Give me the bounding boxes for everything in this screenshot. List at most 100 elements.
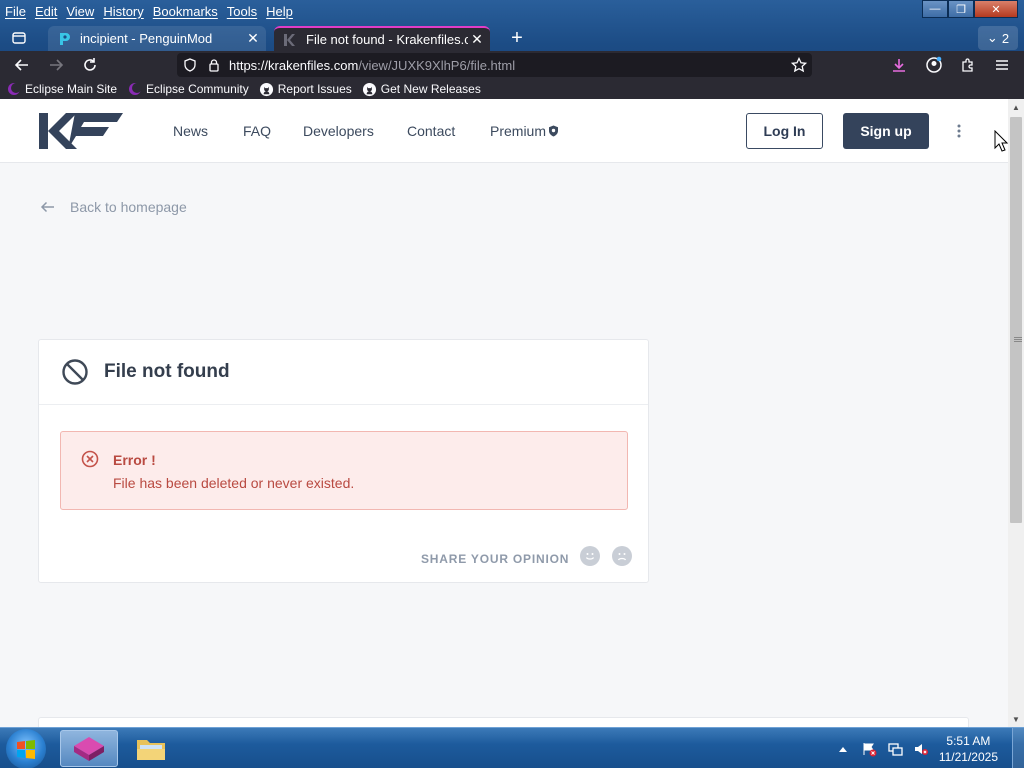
extensions-button[interactable]: [956, 53, 980, 77]
tab-krakenfiles[interactable]: File not found - Krakenfiles.com ✕: [274, 26, 490, 51]
bookmark-star-icon[interactable]: [788, 54, 810, 76]
forward-button[interactable]: [44, 53, 68, 77]
bookmark-report-issues[interactable]: Report Issues: [259, 81, 352, 97]
url-bar[interactable]: https://krakenfiles.com/view/JUXK9XlhP6/…: [177, 53, 812, 77]
chevron-down-icon: ⌄: [986, 30, 998, 45]
alert-title: Error !: [113, 452, 156, 468]
menu-bookmarks[interactable]: Bookmarks: [153, 4, 218, 19]
folder-icon: [137, 739, 165, 760]
ban-icon: [61, 358, 89, 386]
close-tab-icon[interactable]: ✕: [244, 30, 262, 47]
penguinmod-icon: [56, 31, 72, 47]
nav-premium[interactable]: Premium: [490, 123, 559, 139]
share-opinion-label: SHARE YOUR OPINION: [421, 552, 570, 566]
bookmark-eclipse-main[interactable]: Eclipse Main Site: [6, 81, 117, 97]
url-host: https://krakenfiles.com: [229, 57, 359, 73]
windows-logo-icon: [17, 740, 35, 759]
bookmark-label: Eclipse Main Site: [25, 82, 118, 96]
network-icon[interactable]: [887, 741, 903, 757]
window-controls: — ❐ ✕: [922, 0, 1018, 18]
bookmark-eclipse-community[interactable]: Eclipse Community: [127, 81, 249, 97]
firefox-view-icon: [12, 32, 26, 44]
scroll-down-icon[interactable]: ▼: [1008, 711, 1024, 727]
lock-icon[interactable]: [203, 54, 225, 76]
clock-time: 5:51 AM: [946, 733, 991, 748]
scroll-up-icon[interactable]: ▲: [1008, 99, 1024, 115]
account-button[interactable]: [922, 53, 946, 77]
close-tab-icon[interactable]: ✕: [468, 31, 486, 48]
nav-news[interactable]: News: [173, 123, 208, 139]
shield-icon[interactable]: [179, 54, 201, 76]
nav-premium-label: Premium: [490, 123, 547, 139]
minimize-button[interactable]: —: [922, 0, 948, 18]
browser-app-icon: [74, 736, 104, 761]
list-all-tabs-button[interactable]: ⌄ 2: [978, 26, 1018, 50]
eclipse-icon: [127, 81, 143, 97]
menu-file[interactable]: File: [5, 4, 26, 19]
alert-message: File has been deleted or never existed.: [113, 475, 355, 491]
restore-button[interactable]: ❐: [948, 0, 974, 18]
firefox-view-button[interactable]: [6, 26, 32, 50]
page-content: News FAQ Developers Contact Premium Log …: [0, 99, 1008, 727]
nav-contact[interactable]: Contact: [407, 123, 455, 139]
show-desktop-button[interactable]: [1012, 728, 1024, 768]
arrow-right-icon: [50, 59, 64, 71]
taskbar-browser[interactable]: [60, 730, 118, 767]
close-window-button[interactable]: ✕: [974, 0, 1018, 18]
bookmarks-toolbar: Eclipse Main Site Eclipse Community Repo…: [0, 79, 1024, 99]
frown-icon: [617, 553, 627, 561]
happy-face-button[interactable]: [580, 546, 600, 566]
scrollbar-thumb[interactable]: [1010, 117, 1022, 523]
reload-button[interactable]: [78, 53, 102, 77]
menu-tools[interactable]: Tools: [227, 4, 257, 19]
smile-icon: [585, 553, 595, 560]
back-button[interactable]: [10, 53, 34, 77]
app-menu-button[interactable]: [990, 53, 1014, 77]
browser-chrome: File Edit View History Bookmarks Tools H…: [0, 0, 1024, 99]
tab-penguinmod[interactable]: incipient - PenguinMod ✕: [48, 26, 266, 51]
clock[interactable]: 5:51 AM 11/21/2025: [939, 733, 998, 765]
bookmark-label: Get New Releases: [380, 82, 481, 96]
tab-strip: incipient - PenguinMod ✕ File not found …: [0, 25, 1024, 52]
kebab-icon: [957, 124, 961, 138]
action-center-flag-icon[interactable]: [861, 741, 877, 757]
signup-button[interactable]: Sign up: [843, 113, 929, 149]
navigation-toolbar: https://krakenfiles.com/view/JUXK9XlhP6/…: [0, 51, 1024, 79]
shield-icon: [549, 125, 559, 137]
error-card: File not found Error ! File has been del…: [38, 339, 649, 583]
menu-view[interactable]: View: [66, 4, 94, 19]
menu-history[interactable]: History: [103, 4, 143, 19]
clock-date: 11/21/2025: [938, 749, 998, 764]
new-tab-button[interactable]: +: [505, 26, 529, 50]
start-button[interactable]: [6, 729, 46, 768]
system-tray: 5:51 AM 11/21/2025: [835, 728, 1024, 768]
tab-title: incipient - PenguinMod: [80, 31, 213, 46]
bookmark-get-releases[interactable]: Get New Releases: [362, 81, 481, 97]
github-icon: [259, 81, 275, 97]
krakenfiles-icon: [282, 32, 298, 48]
volume-muted-icon[interactable]: [913, 741, 929, 757]
tray-expand-icon[interactable]: [835, 741, 851, 757]
more-options-button[interactable]: [952, 121, 966, 141]
download-icon: [893, 59, 905, 72]
hamburger-icon: [996, 60, 1008, 70]
nav-faq[interactable]: FAQ: [243, 123, 271, 139]
vertical-scrollbar[interactable]: ▲ ▼: [1008, 99, 1024, 727]
reload-icon: [84, 58, 96, 71]
back-to-homepage-link[interactable]: Back to homepage: [40, 199, 187, 215]
login-button[interactable]: Log In: [746, 113, 823, 149]
card-header: File not found: [39, 340, 648, 405]
downloads-button[interactable]: [887, 53, 911, 77]
menu-bar: File Edit View History Bookmarks Tools H…: [0, 0, 900, 22]
url-text[interactable]: https://krakenfiles.com/view/JUXK9XlhP6/…: [229, 58, 515, 73]
nav-developers[interactable]: Developers: [303, 123, 374, 139]
sad-face-button[interactable]: [612, 546, 632, 566]
menu-help[interactable]: Help: [266, 4, 293, 19]
arrow-left-icon: [40, 199, 56, 215]
menu-edit[interactable]: Edit: [35, 4, 57, 19]
taskbar-explorer[interactable]: [122, 730, 180, 767]
card-title: File not found: [104, 361, 230, 382]
krakenfiles-logo[interactable]: [39, 113, 123, 149]
tab-title: File not found - Krakenfiles.com: [306, 32, 468, 47]
restore-icon: ❐: [956, 3, 966, 16]
